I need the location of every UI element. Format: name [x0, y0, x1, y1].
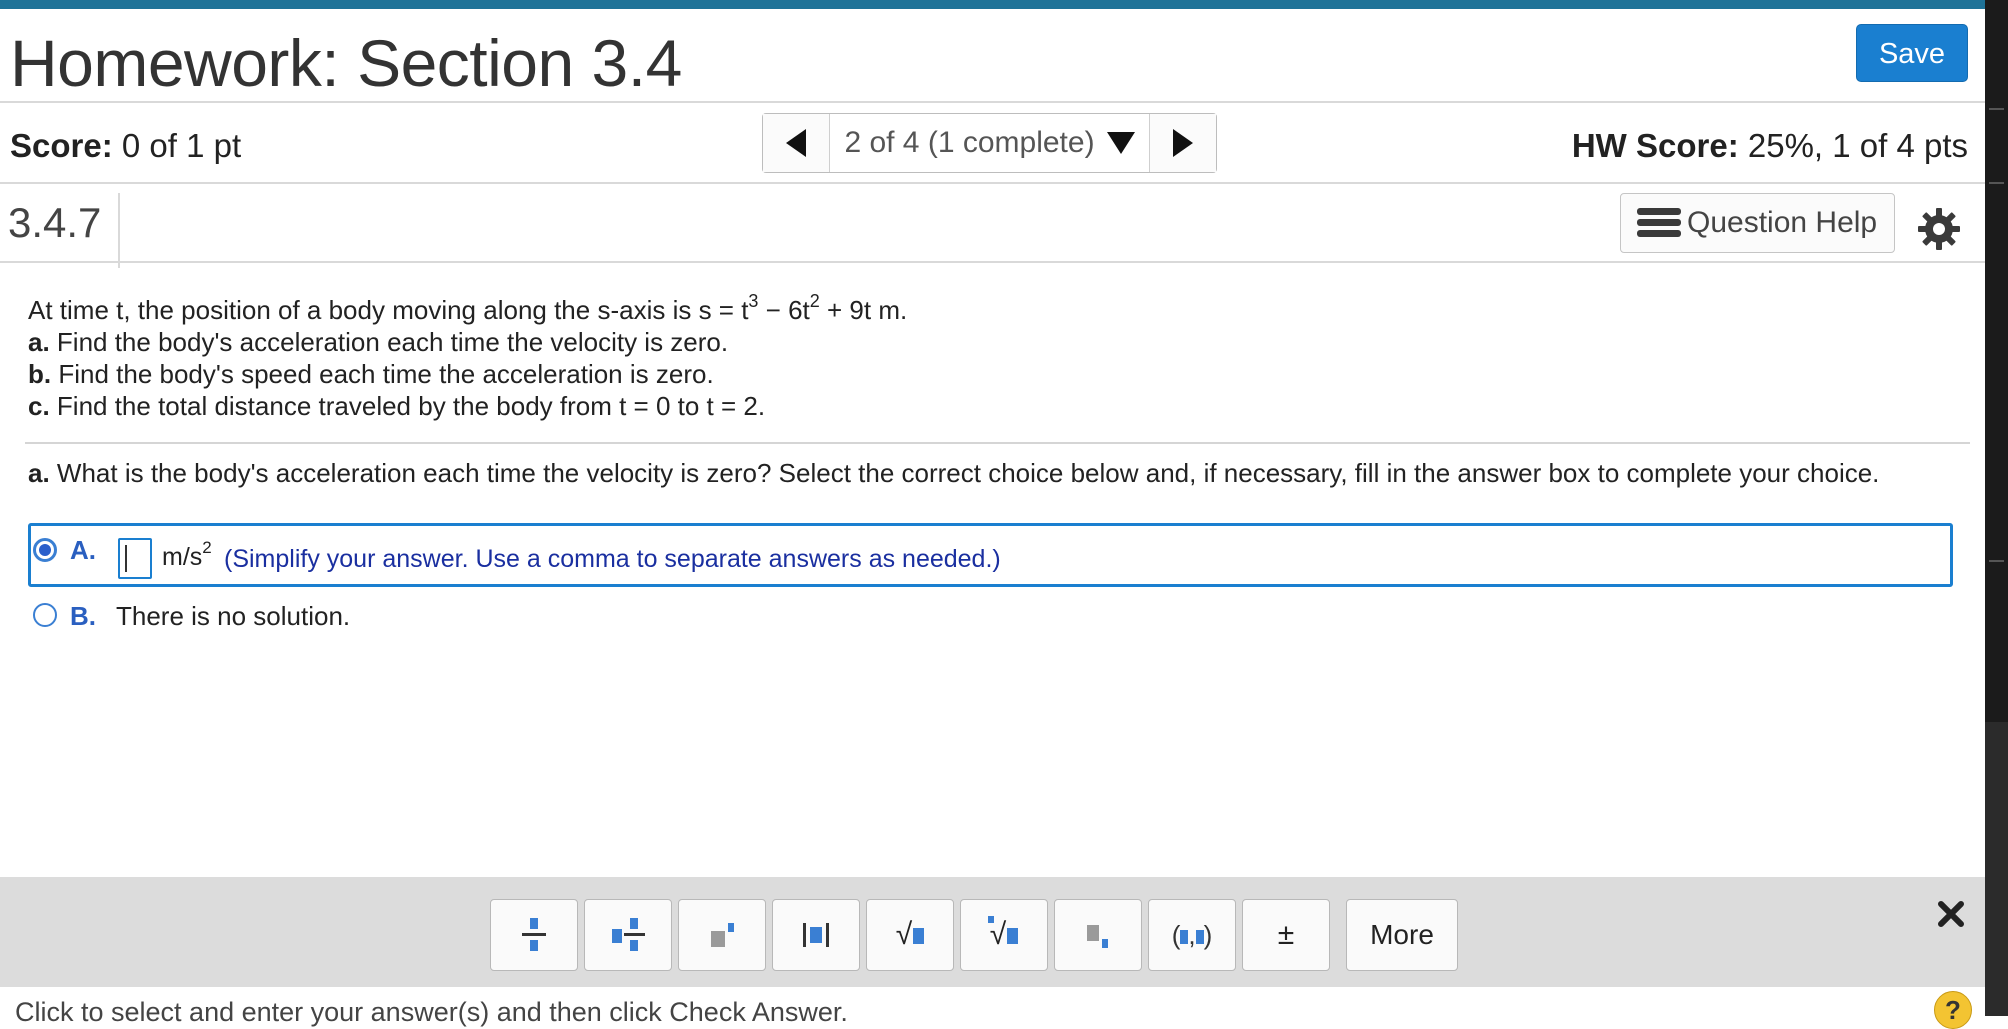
next-question-button[interactable] [1149, 114, 1216, 172]
save-button[interactable]: Save [1856, 24, 1968, 82]
question-number: 3.4.7 [8, 199, 102, 246]
previous-question-button[interactable] [763, 114, 830, 172]
choice-b-letter: B. [70, 601, 96, 631]
nth-root-icon: √ [987, 916, 1019, 952]
window-edge-strip [1985, 0, 2008, 1016]
question-prompt: a. What is the body's acceleration each … [28, 458, 1880, 488]
question-selector-dropdown[interactable]: 2 of 4 (1 complete) [830, 114, 1149, 172]
mixed-number-icon [612, 918, 645, 951]
square-root-icon: √ [896, 918, 925, 952]
problem-part-b: b. Find the body's speed each time the a… [28, 359, 714, 389]
ordered-pair-button[interactable]: (,) [1148, 899, 1236, 971]
fraction-icon [522, 918, 546, 951]
problem-part-a: a. Find the body's acceleration each tim… [28, 327, 729, 357]
help-icon[interactable]: ? [1934, 991, 1972, 1029]
edge-tick [1989, 560, 2004, 562]
plus-minus-button[interactable]: ± [1242, 899, 1330, 971]
problem-divider [25, 442, 1970, 444]
choice-a-radio[interactable] [33, 538, 57, 562]
plus-minus-icon: ± [1277, 918, 1295, 951]
question-help-button[interactable]: Question Help [1620, 193, 1895, 253]
problem-part-c: c. Find the total distance traveled by t… [28, 391, 766, 421]
absolute-value-button[interactable] [772, 899, 860, 971]
scrollbar[interactable] [1985, 722, 2008, 1016]
exponent-button[interactable] [678, 899, 766, 971]
question-counter: 2 of 4 (1 complete) [844, 126, 1095, 159]
absolute-value-icon [803, 923, 829, 947]
list-icon [1637, 208, 1681, 238]
score-display: Score: 0 of 1 pt [10, 127, 241, 165]
problem-statement: At time t, the position of a body moving… [28, 291, 908, 422]
instruction-text: Click to select and enter your answer(s)… [15, 997, 848, 1027]
mixed-number-button[interactable] [584, 899, 672, 971]
arrow-left-icon [786, 129, 806, 157]
answer-hint: (Simplify your answer. Use a comma to se… [224, 545, 1001, 573]
choice-a-letter: A. [70, 535, 96, 565]
arrow-right-icon [1173, 129, 1193, 157]
ordered-pair-icon: (,) [1171, 919, 1213, 950]
subscript-icon [1087, 925, 1108, 948]
square-root-button[interactable]: √ [866, 899, 954, 971]
header-divider [0, 101, 1985, 103]
score-value: 0 of 1 pt [121, 127, 242, 164]
edge-tick [1989, 108, 2004, 110]
hw-score-display: HW Score: 25%, 1 of 4 pts [1572, 127, 1968, 165]
nth-root-button[interactable]: √ [960, 899, 1048, 971]
score-label: Score: [10, 127, 113, 164]
status-divider [0, 182, 1985, 184]
answer-input[interactable] [118, 538, 152, 579]
homework-page: Homework: Section 3.4 Save Score: 0 of 1… [0, 9, 1985, 1029]
problem-intro: At time t, the position of a body moving… [28, 291, 908, 325]
instruction-bar: Click to select and enter your answer(s)… [0, 987, 1985, 1027]
hw-score-label: HW Score: [1571, 127, 1739, 164]
choice-b-radio[interactable] [33, 603, 57, 627]
top-accent-bar [0, 0, 1985, 9]
page-title: Homework: Section 3.4 [10, 26, 682, 100]
choice-b-text[interactable]: There is no solution. [116, 601, 350, 632]
question-number-separator [118, 193, 120, 268]
answer-unit: m/s2 [162, 538, 212, 571]
subscript-button[interactable] [1054, 899, 1142, 971]
more-tools-button[interactable]: More [1346, 899, 1458, 971]
hw-score-value: 25%, 1 of 4 pts [1747, 127, 1968, 164]
math-input-toolbar: √ √ (,) ± More [0, 877, 1985, 987]
question-bar-divider [0, 261, 1985, 263]
edge-tick [1989, 182, 2004, 184]
caret-down-icon [1106, 132, 1135, 154]
gear-icon[interactable] [1917, 207, 1961, 251]
question-navigator: 2 of 4 (1 complete) [762, 113, 1217, 173]
close-icon[interactable] [1934, 897, 1968, 931]
question-help-label: Question Help [1687, 206, 1878, 239]
fraction-button[interactable] [490, 899, 578, 971]
exponent-icon [711, 923, 734, 947]
